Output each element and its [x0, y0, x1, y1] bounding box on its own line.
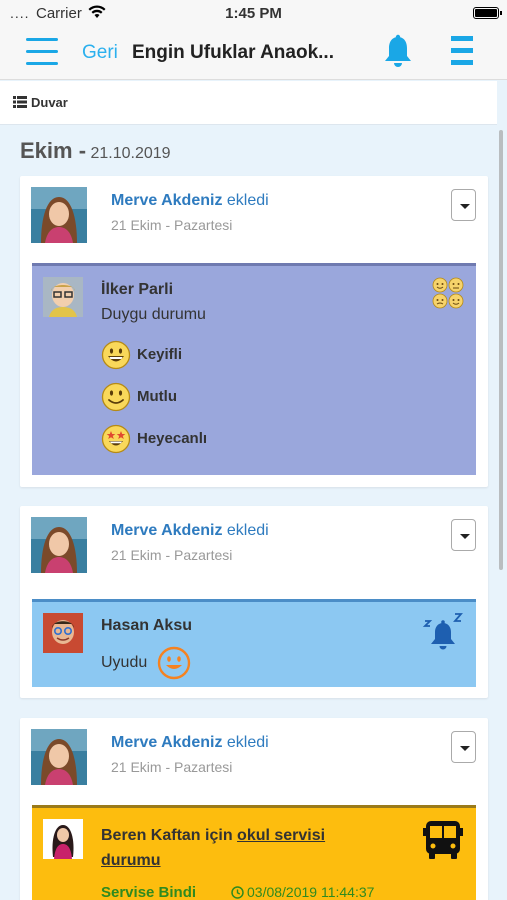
section-date-header: Ekim - 21.10.2019 [20, 138, 171, 164]
grin-face-icon [101, 340, 131, 370]
timestamp-text: 03/08/2019 11:44:37 [247, 884, 375, 900]
smile-face-icon [101, 382, 131, 412]
section-date: 21.10.2019 [90, 145, 171, 162]
post-author-line: Merve Akdeniz ekledi [111, 734, 269, 752]
post-action: ekledi [226, 522, 269, 539]
post-options-dropdown[interactable] [451, 731, 476, 763]
bus-status-value: Servise Bindi [101, 884, 197, 900]
bus-panel: Beren Kaftan için okul servisi durumu Se… [32, 805, 476, 900]
breadcrumb: Duvar [0, 81, 497, 125]
mood-label: Mutlu [137, 388, 177, 405]
post-author-line: Merve Akdeniz ekledi [111, 192, 269, 210]
post-card: Merve Akdeniz ekledi 21 Ekim - Pazartesi… [20, 718, 488, 900]
post-card: Merve Akdeniz ekledi 21 Ekim - Pazartesi… [20, 506, 488, 698]
mood-label: Keyifli [137, 346, 183, 363]
post-date: 21 Ekim - Pazartesi [111, 547, 233, 563]
author-avatar[interactable] [31, 517, 87, 573]
sleep-panel: Hasan Aksu Uyudu [32, 599, 476, 687]
post-date: 21 Ekim - Pazartesi [111, 217, 233, 233]
scrollbar[interactable] [499, 130, 503, 570]
mood-label: Heyecanlı [137, 430, 208, 447]
battery-icon [473, 7, 502, 19]
post-options-dropdown[interactable] [451, 189, 476, 221]
author-avatar[interactable] [31, 729, 87, 785]
child-avatar[interactable] [43, 819, 83, 859]
post-date: 21 Ekim - Pazartesi [111, 759, 233, 775]
post-card: Merve Akdeniz ekledi 21 Ekim - Pazartesi… [20, 176, 488, 487]
child-avatar[interactable] [43, 277, 83, 317]
sleep-bell-icon [422, 613, 463, 650]
child-name-prefix: Beren Kaftan için [101, 827, 233, 844]
bus-status-title: Beren Kaftan için okul servisi durumu [101, 823, 361, 873]
post-options-dropdown[interactable] [451, 519, 476, 551]
sleep-status-label: Uyudu [101, 654, 148, 671]
post-action: ekledi [226, 192, 269, 209]
post-author-line: Merve Akdeniz ekledi [111, 522, 269, 540]
back-button[interactable]: Geri [82, 42, 118, 64]
breadcrumb-label[interactable]: Duvar [31, 95, 68, 110]
star-eyes-face-icon [101, 424, 131, 454]
post-author[interactable]: Merve Akdeniz [111, 734, 222, 751]
smile-face-icon [157, 646, 191, 680]
notification-bell-icon[interactable] [383, 34, 413, 70]
mood-faces-icon [432, 277, 464, 309]
bus-status-timestamp: 03/08/2019 11:44:37 [231, 884, 374, 900]
post-author[interactable]: Merve Akdeniz [111, 192, 222, 209]
page-title: Engin Ufuklar Anaok... [132, 42, 334, 63]
navigation-bar: Geri Engin Ufuklar Anaok... [0, 26, 507, 80]
child-name[interactable]: İlker Parli [101, 281, 173, 299]
bus-icon [423, 821, 463, 859]
list-icon [13, 96, 27, 108]
section-month: Ekim - [20, 138, 87, 163]
mood-panel: İlker Parli Duygu durumu Keyifli Mutlu H… [32, 263, 476, 475]
child-avatar[interactable] [43, 613, 83, 653]
status-bar: .... Carrier 1:45 PM [0, 0, 507, 26]
panel-subtitle: Duygu durumu [101, 306, 206, 323]
clock: 1:45 PM [225, 5, 282, 22]
clock-icon [231, 886, 244, 899]
post-author[interactable]: Merve Akdeniz [111, 522, 222, 539]
more-menu-button[interactable] [451, 36, 473, 66]
post-action: ekledi [226, 734, 269, 751]
child-name[interactable]: Hasan Aksu [101, 617, 192, 635]
author-avatar[interactable] [31, 187, 87, 243]
hamburger-menu-button[interactable] [26, 38, 58, 66]
